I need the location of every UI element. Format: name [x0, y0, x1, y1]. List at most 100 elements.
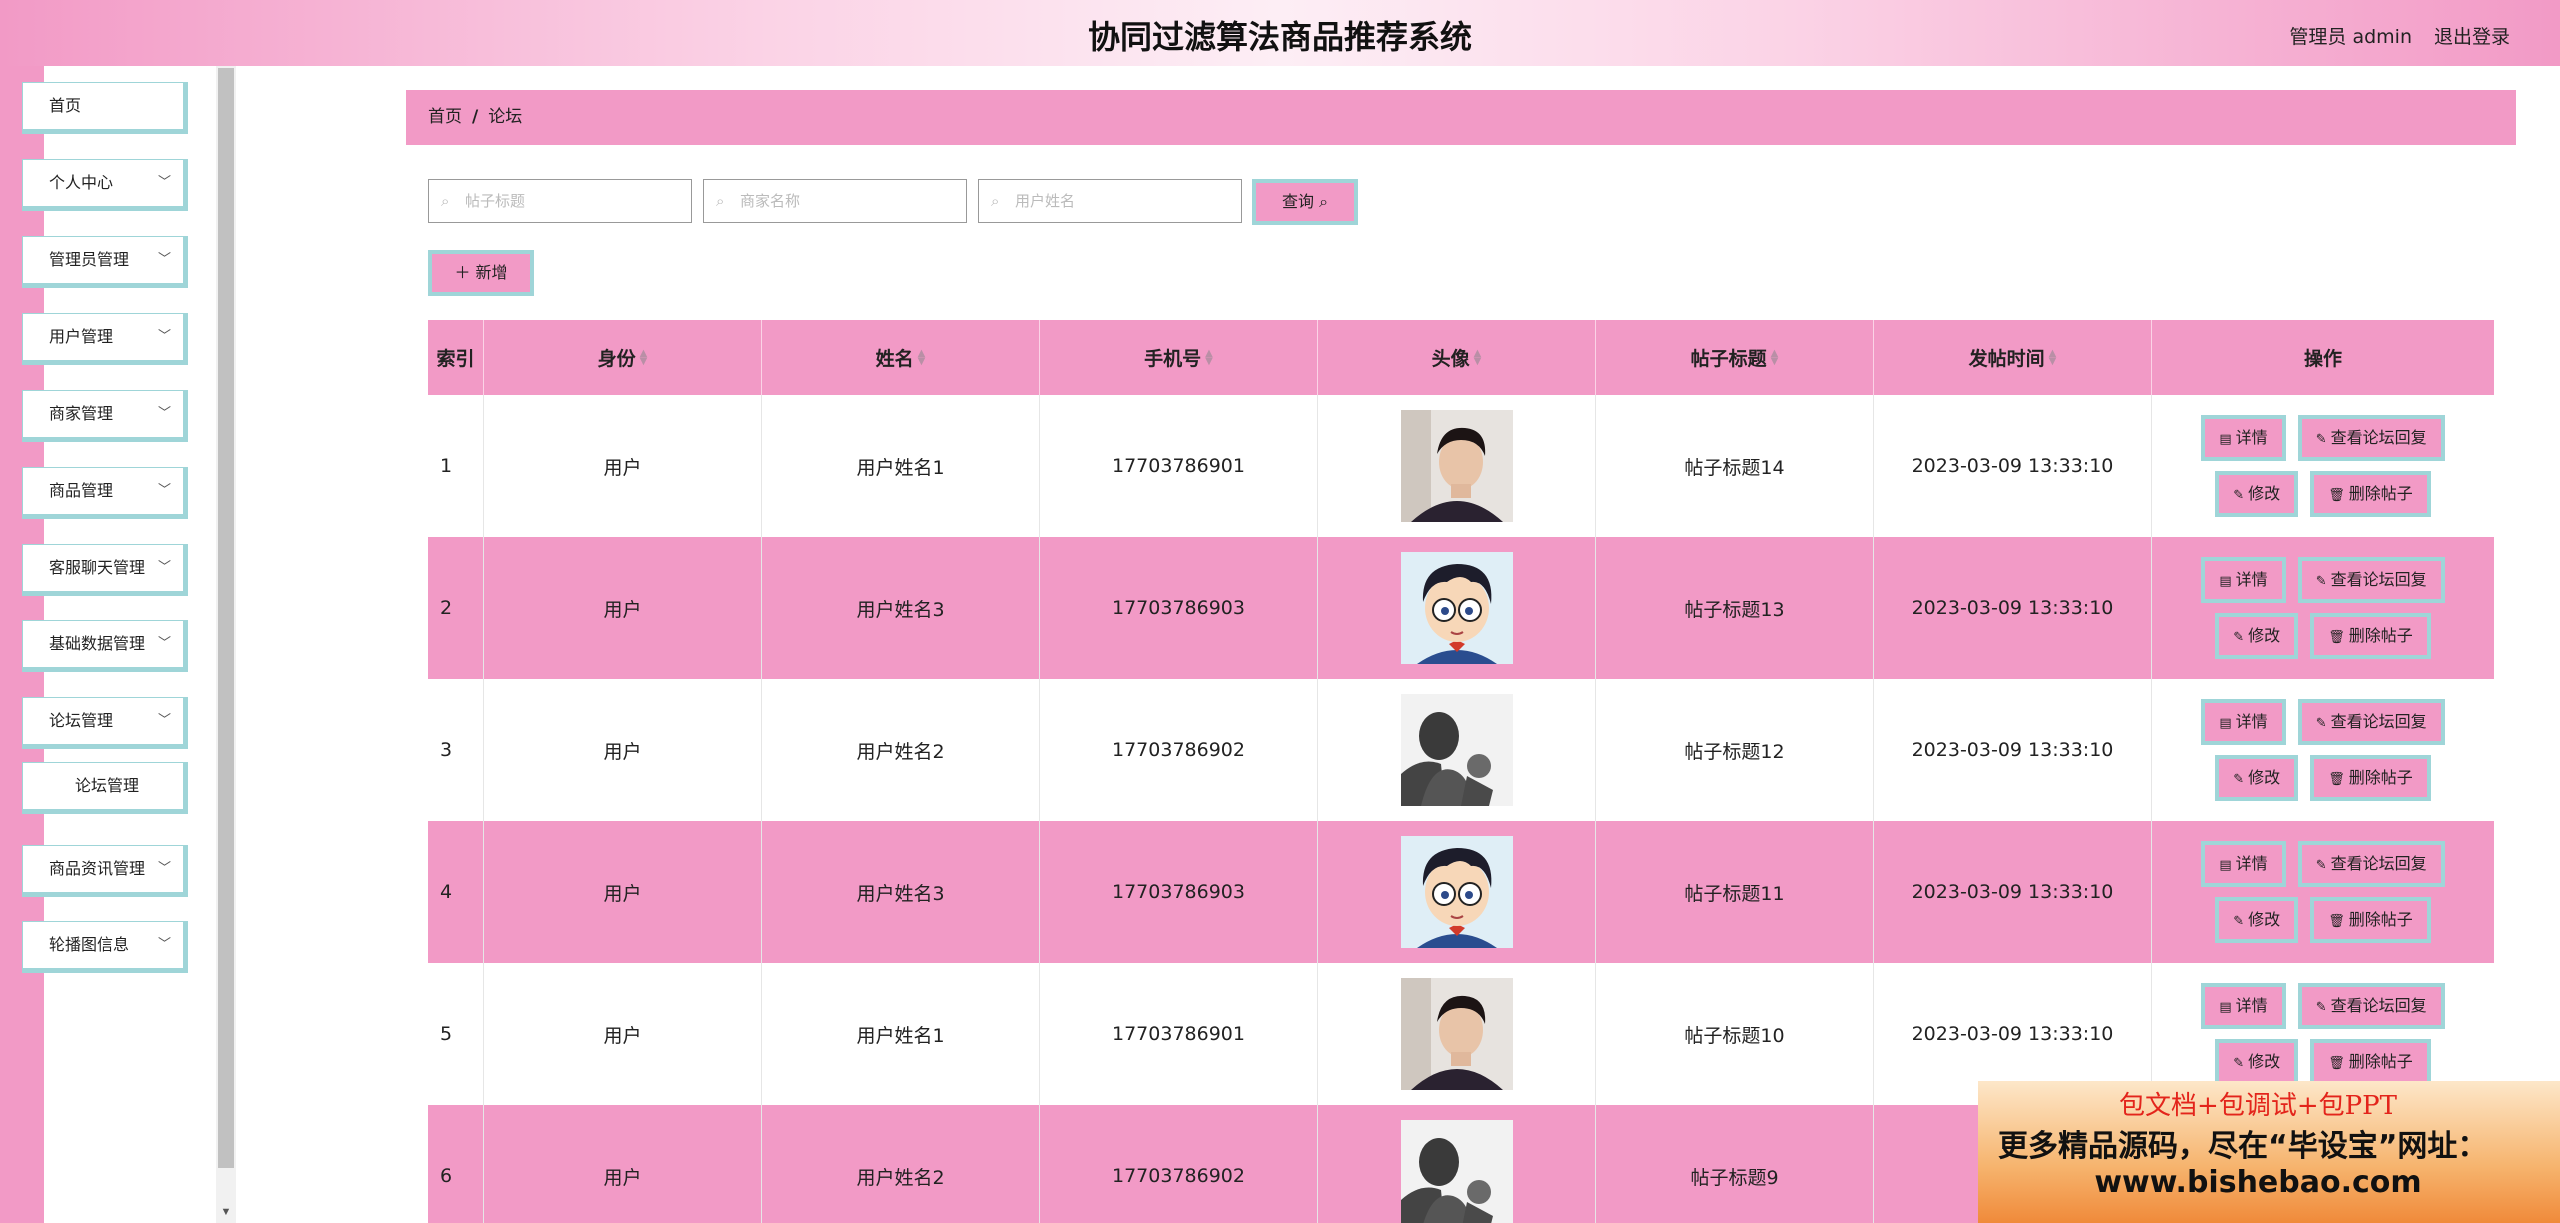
sort-icon[interactable]: ▲ ▼	[1205, 348, 1213, 366]
cell-avatar	[1318, 679, 1596, 821]
edit-icon: ✎	[2233, 488, 2245, 503]
cell-avatar	[1318, 395, 1596, 537]
edit-button[interactable]: ✎修改	[2215, 1039, 2299, 1085]
edit-button[interactable]: ✎修改	[2215, 613, 2299, 659]
cell-text: 2023-03-09 13:33:10	[1911, 739, 2114, 761]
cell-actions: ▤详情✎查看论坛回复✎修改🗑删除帖子	[2152, 395, 2494, 537]
column-header-phone[interactable]: 手机号 ▲ ▼	[1040, 320, 1318, 395]
sidebar-item-product-news[interactable]: 商品资讯管理 ﹀	[22, 845, 188, 897]
edit-label: 修改	[2248, 484, 2281, 503]
sidebar-item-customer-chat[interactable]: 客服聊天管理 ﹀	[22, 544, 188, 596]
search-icon: ⌕	[991, 192, 1000, 210]
cell-phone: 17703786902	[1040, 1105, 1318, 1223]
sidebar-subitem-forum-management[interactable]: 论坛管理	[22, 762, 188, 814]
sort-icon[interactable]: ▲ ▼	[1771, 348, 1779, 366]
cell-post-time: 2023-03-09 13:33:10	[1874, 395, 2152, 537]
sidebar-item-carousel[interactable]: 轮播图信息 ﹀	[22, 921, 188, 973]
sidebar-item-user-management[interactable]: 用户管理 ﹀	[22, 313, 188, 365]
sort-icon[interactable]: ▲ ▼	[640, 348, 648, 366]
chevron-down-icon: ﹀	[157, 406, 171, 421]
cell-text: 用户	[603, 740, 642, 763]
cell-post-title: 帖子标题14	[1596, 395, 1874, 537]
delete-label: 删除帖子	[2348, 1052, 2413, 1071]
column-header-avatar[interactable]: 头像 ▲ ▼	[1318, 320, 1596, 395]
query-button[interactable]: 查询 ⌕	[1252, 179, 1358, 225]
add-button[interactable]: ＋ 新增	[428, 250, 534, 296]
merchant-search-input[interactable]: ⌕ 商家名称	[703, 179, 967, 223]
column-header-name[interactable]: 姓名 ▲ ▼	[762, 320, 1040, 395]
delete-post-button[interactable]: 🗑删除帖子	[2310, 897, 2431, 943]
sidebar-item-label: 商品管理	[49, 481, 114, 500]
sidebar-item-personal-center[interactable]: 个人中心 ﹀	[22, 159, 188, 211]
edit-icon: ✎	[2315, 858, 2327, 873]
edit-icon: ✎	[2233, 1056, 2245, 1071]
cell-text: 17703786901	[1112, 1023, 1245, 1045]
breadcrumb-home[interactable]: 首页	[428, 107, 462, 127]
avatar[interactable]	[1400, 836, 1513, 948]
delete-post-button[interactable]: 🗑删除帖子	[2310, 755, 2431, 801]
sort-icon[interactable]: ▲ ▼	[1474, 348, 1482, 366]
delete-post-button[interactable]: 🗑删除帖子	[2310, 471, 2431, 517]
cell-post-title: 帖子标题9	[1596, 1105, 1874, 1223]
table-header-row: 索引 身份 ▲ ▼ 姓名 ▲ ▼ 手机号 ▲ ▼ 头像 ▲ ▼ 帖子标题 ▲ ▼ 发帖时间 ▲ ▼ 操作	[428, 320, 2494, 395]
sort-icon[interactable]: ▲ ▼	[2049, 348, 2057, 366]
detail-button[interactable]: ▤详情	[2201, 841, 2286, 887]
edit-label: 修改	[2248, 768, 2281, 787]
detail-button[interactable]: ▤详情	[2201, 983, 2286, 1029]
scrollbar-thumb[interactable]	[218, 68, 234, 1168]
scroll-down-icon[interactable]: ▼	[218, 1205, 234, 1219]
trash-icon: 🗑	[2328, 488, 2345, 503]
delete-post-button[interactable]: 🗑删除帖子	[2310, 1039, 2431, 1085]
top-header: 协同过滤算法商品推荐系统 管理员 admin 退出登录	[0, 0, 2560, 66]
sidebar-scrollbar[interactable]: ▼	[216, 66, 236, 1223]
logout-link[interactable]: 退出登录	[2434, 22, 2510, 49]
avatar[interactable]	[1400, 410, 1513, 522]
detail-button[interactable]: ▤详情	[2201, 699, 2286, 745]
table-row: 2 用户 用户姓名3 17703786903 帖子标题13 2023-03-09 13:3…	[428, 537, 2494, 679]
cell-post-time: 2023-03-09 13:33:10	[1874, 537, 2152, 679]
sidebar-item-base-data[interactable]: 基础数据管理 ﹀	[22, 620, 188, 672]
avatar[interactable]	[1400, 978, 1513, 1090]
view-reply-button[interactable]: ✎查看论坛回复	[2297, 699, 2445, 745]
edit-button[interactable]: ✎修改	[2215, 471, 2299, 517]
cell-identity: 用户	[484, 1105, 762, 1223]
edit-icon: ✎	[2315, 432, 2327, 447]
sidebar-item-product-management[interactable]: 商品管理 ﹀	[22, 467, 188, 519]
sidebar-item-admin-management[interactable]: 管理员管理 ﹀	[22, 236, 188, 288]
add-label: 新增	[475, 263, 508, 282]
sort-icon[interactable]: ▲ ▼	[918, 348, 926, 366]
cell-phone: 17703786901	[1040, 963, 1318, 1105]
avatar[interactable]	[1400, 694, 1513, 806]
column-header-identity[interactable]: 身份 ▲ ▼	[484, 320, 762, 395]
sidebar-item-merchant-management[interactable]: 商家管理 ﹀	[22, 390, 188, 442]
avatar[interactable]	[1400, 1120, 1513, 1223]
view-reply-label: 查看论坛回复	[2330, 996, 2427, 1015]
view-reply-button[interactable]: ✎查看论坛回复	[2297, 557, 2445, 603]
view-reply-button[interactable]: ✎查看论坛回复	[2297, 841, 2445, 887]
column-header-post-title[interactable]: 帖子标题 ▲ ▼	[1596, 320, 1874, 395]
detail-button[interactable]: ▤详情	[2201, 557, 2286, 603]
edit-button[interactable]: ✎修改	[2215, 755, 2299, 801]
edit-button[interactable]: ✎修改	[2215, 897, 2299, 943]
header-label: 头像	[1431, 348, 1470, 370]
sidebar-item-home[interactable]: 首页	[22, 82, 188, 134]
header-label: 操作	[2303, 348, 2342, 370]
column-header-post-time[interactable]: 发帖时间 ▲ ▼	[1874, 320, 2152, 395]
sidebar-item-forum[interactable]: 论坛管理 ﹀	[22, 697, 188, 749]
avatar[interactable]	[1400, 552, 1513, 664]
cell-text: 2023-03-09 13:33:10	[1911, 1023, 2114, 1045]
cell-text: 2023-03-09 13:33:10	[1911, 597, 2114, 619]
detail-label: 详情	[2235, 428, 2268, 447]
delete-post-button[interactable]: 🗑删除帖子	[2310, 613, 2431, 659]
trash-icon: 🗑	[2328, 914, 2345, 929]
detail-button[interactable]: ▤详情	[2201, 415, 2286, 461]
view-reply-button[interactable]: ✎查看论坛回复	[2297, 415, 2445, 461]
query-label: 查询	[1281, 192, 1314, 211]
cell-identity: 用户	[484, 395, 762, 537]
view-reply-button[interactable]: ✎查看论坛回复	[2297, 983, 2445, 1029]
cell-text: 用户姓名1	[856, 1024, 945, 1047]
user-name-search-input[interactable]: ⌕ 用户姓名	[978, 179, 1242, 223]
cell-actions: ▤详情✎查看论坛回复 ✎修改🗑删除帖子	[2152, 537, 2494, 679]
trash-icon: 🗑	[2328, 772, 2345, 787]
post-title-search-input[interactable]: ⌕ 帖子标题	[428, 179, 692, 223]
